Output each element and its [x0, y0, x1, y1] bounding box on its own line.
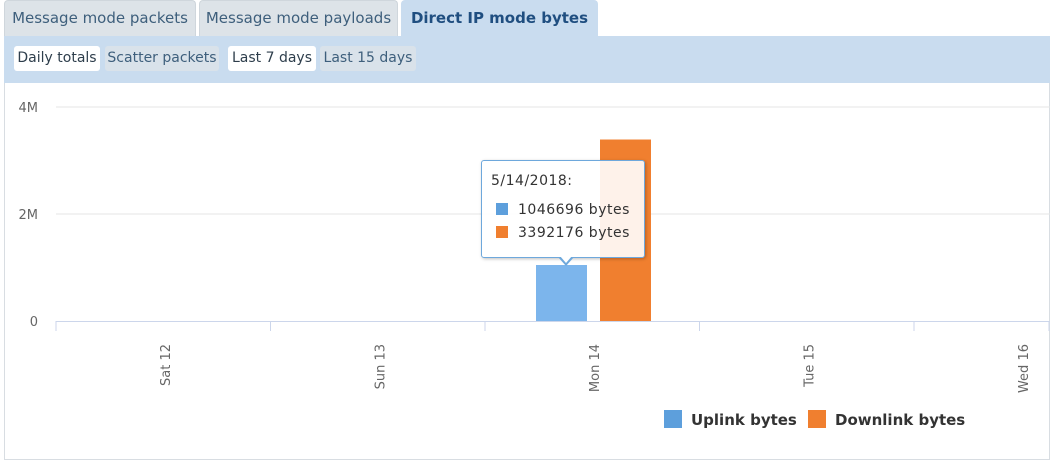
uplink-legend-swatch: [664, 410, 682, 428]
legend-uplink[interactable]: Uplink bytes: [664, 410, 797, 430]
legend-downlink[interactable]: Downlink bytes: [808, 410, 965, 430]
y-tick-label: 4M: [19, 101, 39, 116]
data-tooltip: 5/14/2018: 1046696 bytes 3392176 bytes: [481, 160, 645, 266]
x-tick-label: Mon 14: [588, 344, 603, 392]
tooltip-downlink-row: 3392176 bytes: [496, 225, 630, 241]
tooltip-uplink-value: 1046696 bytes: [518, 202, 630, 218]
x-tick-label: Sat 12: [159, 344, 174, 386]
downlink-swatch: [496, 226, 508, 238]
y-tick-label: 0: [30, 315, 38, 330]
legend-uplink-label: Uplink bytes: [691, 411, 797, 429]
uplink-swatch: [496, 203, 508, 215]
x-tick-label: Sun 13: [374, 344, 389, 389]
tooltip-downlink-value: 3392176 bytes: [518, 225, 630, 241]
x-tick-label: Tue 15: [803, 344, 818, 388]
tooltip-date: 5/14/2018:: [491, 173, 573, 189]
y-tick-label: 2M: [19, 208, 39, 223]
tooltip-uplink-row: 1046696 bytes: [496, 202, 630, 218]
bar-uplink[interactable]: [536, 265, 587, 321]
legend-downlink-label: Downlink bytes: [835, 411, 966, 429]
downlink-legend-swatch: [808, 410, 826, 428]
x-tick-label: Wed 16: [1017, 344, 1032, 393]
